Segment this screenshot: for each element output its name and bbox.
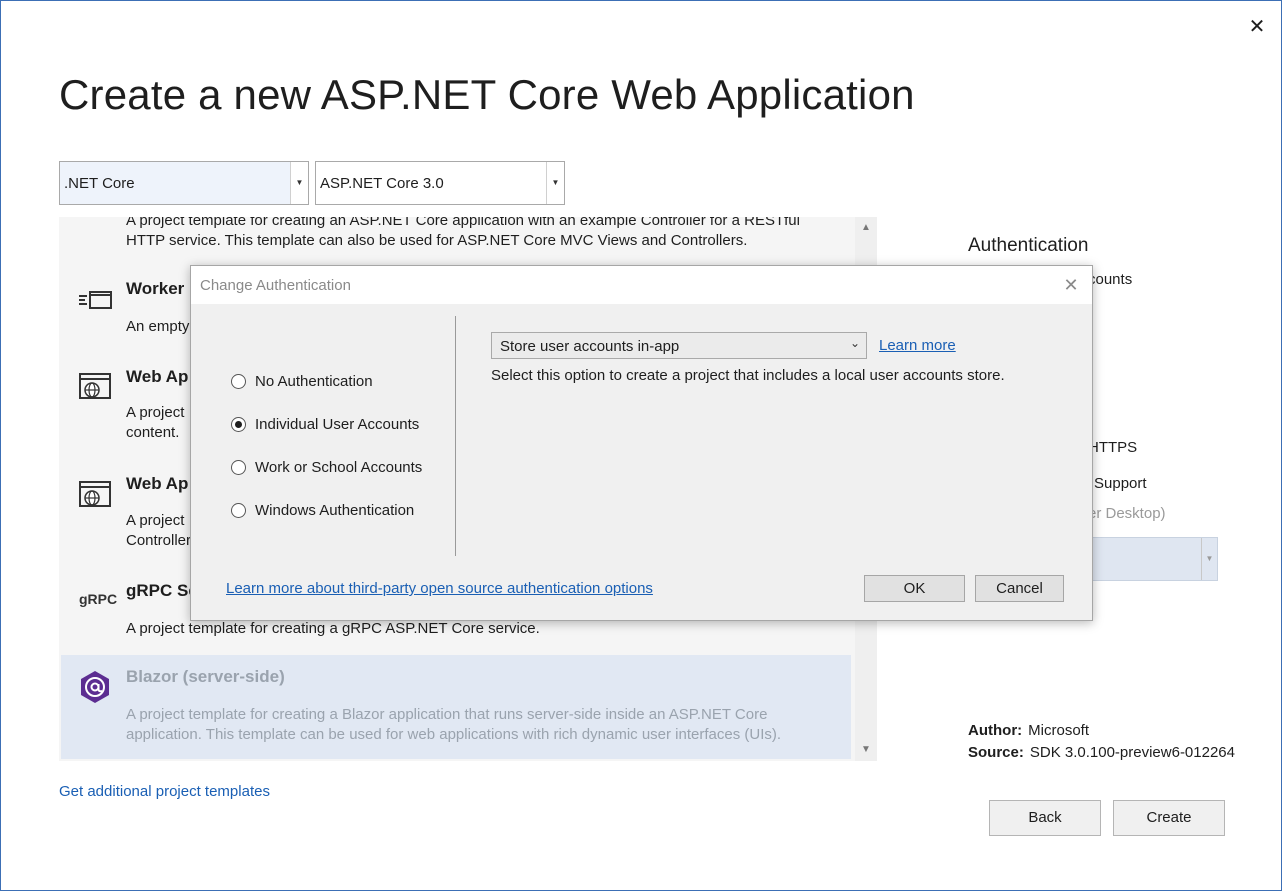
- blazor-icon: [75, 667, 115, 707]
- version-dropdown[interactable]: ASP.NET Core 3.0 ▼: [315, 161, 565, 205]
- template-name: Web Ap: [126, 474, 189, 493]
- user-store-dropdown[interactable]: Store user accounts in-app ⌄: [491, 332, 867, 359]
- web-app-icon: [75, 365, 115, 405]
- scroll-down-icon[interactable]: ▼: [855, 739, 877, 761]
- source-label: Source:: [968, 744, 1024, 761]
- framework-dropdown[interactable]: .NET Core ▼: [59, 161, 309, 205]
- source-row: Source: SDK 3.0.100-preview6-012264: [968, 744, 1235, 761]
- source-value: SDK 3.0.100-preview6-012264: [1029, 744, 1235, 761]
- option-description: Select this option to create a project t…: [491, 367, 1005, 384]
- back-button[interactable]: Back: [989, 800, 1101, 836]
- dialog-title: Change Authentication: [200, 277, 351, 294]
- chevron-down-icon: ▼: [290, 162, 308, 204]
- radio-button[interactable]: [231, 417, 246, 432]
- get-additional-templates-link[interactable]: Get additional project templates: [59, 783, 270, 800]
- template-description: A project template for creating an ASP.N…: [126, 217, 800, 249]
- chevron-down-icon: ⌄: [849, 336, 860, 350]
- author-row: Author: Microsoft: [968, 722, 1089, 739]
- grpc-icon: gRPC: [79, 591, 118, 607]
- chevron-down-icon: ▼: [1201, 538, 1217, 580]
- worker-icon: [75, 279, 115, 319]
- docker-support-label: Support: [1094, 475, 1147, 492]
- framework-value: .NET Core: [64, 175, 135, 192]
- learn-more-link[interactable]: Learn more: [879, 337, 956, 354]
- version-value: ASP.NET Core 3.0: [320, 175, 444, 192]
- template-description: A project template for creating a gRPC A…: [126, 620, 540, 637]
- template-name: Web Ap: [126, 367, 189, 386]
- ok-button[interactable]: OK: [864, 575, 965, 602]
- chevron-down-icon: ▼: [546, 162, 564, 204]
- create-button[interactable]: Create: [1113, 800, 1225, 836]
- template-item-blazor[interactable]: Blazor (server-side) A project template …: [61, 655, 851, 759]
- radio-button[interactable]: [231, 460, 246, 475]
- close-icon[interactable]: ✕: [1247, 17, 1267, 37]
- create-project-window: ✕ Create a new ASP.NET Core Web Applicat…: [0, 0, 1282, 891]
- radio-button[interactable]: [231, 503, 246, 518]
- authentication-value: counts: [1088, 271, 1133, 288]
- radio-label: No Authentication: [255, 373, 373, 390]
- docker-desktop-note: er Desktop): [1088, 505, 1166, 522]
- template-item-api[interactable]: A project template for creating an ASP.N…: [61, 217, 851, 257]
- close-icon[interactable]: ✕: [1061, 275, 1081, 295]
- user-store-value: Store user accounts in-app: [500, 338, 680, 355]
- third-party-auth-link[interactable]: Learn more about third-party open source…: [226, 580, 653, 597]
- radio-button[interactable]: [231, 374, 246, 389]
- radio-label: Work or School Accounts: [255, 459, 423, 476]
- dialog-divider: [455, 316, 456, 556]
- template-name: gRPC Se: [126, 581, 198, 600]
- dialog-titlebar: Change Authentication ✕: [191, 266, 1092, 304]
- cancel-button[interactable]: Cancel: [975, 575, 1064, 602]
- page-title: Create a new ASP.NET Core Web Applicatio…: [59, 71, 915, 118]
- author-value: Microsoft: [1028, 722, 1089, 739]
- author-label: Author:: [968, 722, 1023, 739]
- scroll-up-icon[interactable]: ▲: [855, 217, 877, 239]
- radio-label: Individual User Accounts: [255, 416, 420, 433]
- authentication-heading: Authentication: [968, 235, 1089, 256]
- web-app-mvc-icon: [75, 473, 115, 513]
- https-option-label: HTTPS: [1088, 439, 1138, 456]
- radio-label: Windows Authentication: [255, 502, 415, 519]
- template-name: Worker: [126, 279, 185, 298]
- change-authentication-dialog: Change Authentication ✕ No Authenticatio…: [190, 265, 1093, 621]
- template-description: A project template for creating a Blazor…: [126, 706, 782, 743]
- template-name: Blazor (server-side): [126, 667, 285, 686]
